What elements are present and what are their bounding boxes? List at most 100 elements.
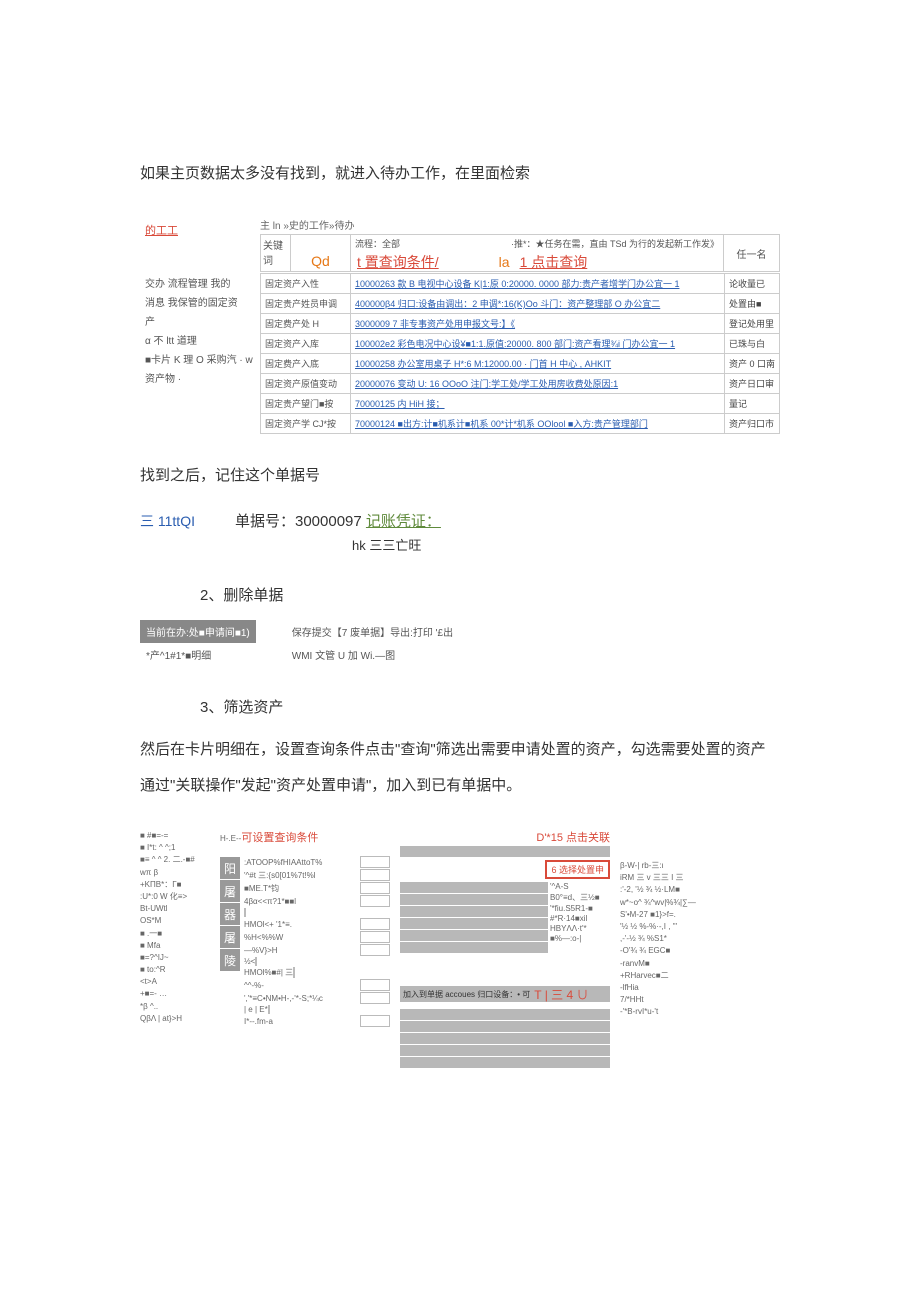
sidebar-item[interactable]: 消息 我保管的固定资 <box>145 296 255 311</box>
cs-sidebar-item[interactable]: ■=?^IJ~ <box>140 952 210 963</box>
form-input[interactable] <box>255 957 257 966</box>
info-text: '^A-S <box>550 882 610 891</box>
set-condition-button[interactable]: t 置查询条件/ <box>357 252 439 272</box>
toolbar-tabs[interactable]: WMI 文管 U 加 Wi.—图 <box>286 643 459 666</box>
form-input[interactable] <box>268 1005 270 1014</box>
sidebar-item[interactable]: 资产物 · <box>145 372 255 387</box>
link-cell[interactable]: 70000125 内 HiH 接； <box>351 394 725 414</box>
form-row: '^#t 三:{s0[01%7t!%l <box>244 869 390 881</box>
form-input[interactable] <box>293 967 295 978</box>
form-input[interactable] <box>360 931 390 943</box>
cs-sidebar: ■ #■=-=■ I*t: ^ ^;1■≡ ^ ^ 2. 二.-■# wπ β+K… <box>140 829 210 1069</box>
link-cell[interactable]: 10000263 款 B 电视中心设备 K|1:原 0:20000. 0000 … <box>351 274 725 294</box>
form-row: 4βα<<π?1*■■l <box>244 895 390 907</box>
toolbar-screenshot: 当前在办:处■申请间■1) *产^1#1*■明细 保存提交【7 废单据】导出:打… <box>140 620 780 666</box>
form-input[interactable] <box>360 882 390 894</box>
form-input[interactable] <box>360 895 390 907</box>
form-input[interactable] <box>360 1015 390 1027</box>
cs-sidebar-item[interactable]: ■ Mfa <box>140 940 210 951</box>
form-input[interactable] <box>360 992 390 1004</box>
sidebar-item: 产 <box>145 315 255 330</box>
list-item[interactable] <box>400 906 548 917</box>
form-row: HMOl<+ '1*≡. <box>244 918 390 930</box>
list-item[interactable] <box>400 942 548 953</box>
list-item[interactable] <box>400 882 548 893</box>
table-row[interactable]: 固定费产处 H3000009 7 非专事资产处用申报文号:】《登记处用里 <box>261 314 780 334</box>
link-cell[interactable]: 70000124 ■出方:计■机系计■机系 00*计*机系 OOlool ■入方… <box>351 414 725 434</box>
add-to-doc-bar[interactable]: 加入到单据 accoues 归口设备：• 可 T | 三 4 ∪ <box>400 986 610 1002</box>
table-row[interactable]: 固定费产入底10000258 办公室用桌子 H*:6 M:12000.00 · … <box>261 354 780 374</box>
toolbar-context: 当前在办:处■申请间■1) <box>140 620 256 643</box>
form-input[interactable] <box>360 856 390 868</box>
voucher-link[interactable]: 记账凭证： <box>366 513 441 530</box>
cs-right-panel: D'*15 点击关联 6 选择处置申 '^A-SB0°≡d、三½■'*fiu.S… <box>400 829 610 1069</box>
vertical-blocks: 阳屠器屠陵 <box>220 857 240 1028</box>
cs-sidebar-item[interactable]: :U*:0 W 化≡> <box>140 891 210 902</box>
sidebar-title[interactable]: 的工工 <box>145 222 255 238</box>
form-input[interactable] <box>360 918 390 930</box>
form-row: I*--.fm-a <box>244 1015 390 1027</box>
type-cell: 固定资产学 CJ*按 <box>261 414 351 434</box>
cs-sidebar-item[interactable]: ■≡ ^ ^ 2. 二.-■# <box>140 854 210 865</box>
doc-left: 三 11ttQI <box>140 511 195 531</box>
link-cell[interactable]: 10000258 办公室用桌子 H*:6 M:12000.00 · 门首 H 中… <box>351 354 725 374</box>
form-row: HMOl%■#| 三 <box>244 967 390 978</box>
cs-sidebar-item[interactable]: OS*M <box>140 915 210 926</box>
cs-sidebar-item[interactable]: ■ to:^R <box>140 964 210 975</box>
cs-sidebar-item[interactable]: Bt-UWtl <box>140 903 210 914</box>
doc-number: 30000097 <box>295 513 362 530</box>
sidebar-item[interactable]: α 不 ltt 道理 <box>145 334 255 349</box>
table-row[interactable]: 固定贵产姓员申调400000β4 归口:设备由调出：2 申调*:16(K)Oo … <box>261 294 780 314</box>
table-row[interactable]: 固定资产入库100002e2 彩色电况中心设¥■1:1.原值:20000. 80… <box>261 334 780 354</box>
cs-left-panel: H-.E--可设置查询条件 阳屠器屠陵 :ATOOP%fHIAAttoT%'^#… <box>220 829 390 1069</box>
form-input[interactable] <box>360 869 390 881</box>
type-cell: 固定费产入底 <box>261 354 351 374</box>
info-text: w*~o^ ¾^wv|%¾|∑— <box>620 897 720 908</box>
info-text: '½ ½ %-%·-,I , ''' <box>620 921 720 932</box>
info-text: ■%—:o-| <box>550 934 610 943</box>
link-cell[interactable]: 3000009 7 非专事资产处用申报文号:】《 <box>351 314 725 334</box>
type-cell: 固定资产原值变动 <box>261 374 351 394</box>
form-input[interactable] <box>360 944 390 956</box>
list-item[interactable] <box>400 894 548 905</box>
toolbar-actions[interactable]: 保存提交【7 废单据】导出:打印 '£出 <box>286 620 459 643</box>
link-cell[interactable]: 100002e2 彩色电况中心设¥■1:1.原值:20000. 800 部门:资… <box>351 334 725 354</box>
info-text: iRM 三 v 三三 I 三 <box>620 872 720 883</box>
select-dispose-box[interactable]: 6 选择处置申 <box>545 860 610 879</box>
cs-sidebar-item[interactable]: QβΛ | at}>H <box>140 1013 210 1024</box>
table-row[interactable]: 固定资产入性10000263 款 B 电视中心设备 K|1:原 0:20000.… <box>261 274 780 294</box>
info-text: β-W-| rb-三:ι <box>620 860 720 871</box>
cs-sidebar-item[interactable]: *β ^.. <box>140 1001 210 1012</box>
info-text: #*R·14■xil <box>550 914 610 923</box>
form-row: ½< <box>244 957 390 966</box>
sidebar-item[interactable]: ■卡片 K 理 O 采购汽 · w <box>145 353 255 368</box>
link-cell[interactable]: 20000076 变动 U: 16 OOoO 注门:学工处/学工处用房收费处原因… <box>351 374 725 394</box>
cs-sidebar-item[interactable]: ■ .一■ <box>140 928 210 939</box>
vertical-block: 屠 <box>220 926 240 948</box>
cs-sidebar-item[interactable]: ■ #■=-= <box>140 830 210 841</box>
status-cell: 资产归口市 <box>725 414 780 434</box>
form-input[interactable] <box>244 908 246 917</box>
form-row: ■ME.T*钧 <box>244 882 390 894</box>
cs-sidebar-item[interactable]: <t>A <box>140 976 210 987</box>
table-row[interactable]: 固定资产学 CJ*按70000124 ■出方:计■机系计■机系 00*计*机系 … <box>261 414 780 434</box>
status-cell: 资产日口审 <box>725 374 780 394</box>
query-button[interactable]: 1 点击查询 <box>520 252 588 272</box>
table-row[interactable]: 固定贵产望门■按70000125 内 HiH 接；量记 <box>261 394 780 414</box>
list-item[interactable] <box>400 930 548 941</box>
step-4-marker: T | 三 4 ∪ <box>534 986 588 1003</box>
cs-sidebar-item[interactable]: wπ β <box>140 867 210 878</box>
keyword-label: 关键词 <box>261 235 291 271</box>
cs-sidebar-item[interactable]: +■=- … <box>140 988 210 999</box>
cs-sidebar-item[interactable]: ■ I*t: ^ ^;1 <box>140 842 210 853</box>
table-row[interactable]: 固定资产原值变动20000076 变动 U: 16 OOoO 注门:学工处/学工… <box>261 374 780 394</box>
form-input[interactable] <box>360 979 390 991</box>
filter-bar: 关键词 Qd 流程：全部 ·推*：★任务在需，直由 TSd 为行的发起新工作发》… <box>260 234 780 272</box>
cs-sidebar-item[interactable]: +KΠB*：Γ■ <box>140 879 210 890</box>
la-text: la <box>499 254 510 270</box>
complex-screenshot: ■ #■=-=■ I*t: ^ ^;1■≡ ^ ^ 2. 二.-■# wπ β+K… <box>140 829 780 1069</box>
click-relate-label[interactable]: D'*15 点击关联 <box>536 832 610 844</box>
sidebar-item[interactable]: 交办 流程管理 我的 <box>145 277 255 292</box>
link-cell[interactable]: 400000β4 归口:设备由调出：2 申调*:16(K)Oo 斗门：资产整理部… <box>351 294 725 314</box>
list-item[interactable] <box>400 918 548 929</box>
